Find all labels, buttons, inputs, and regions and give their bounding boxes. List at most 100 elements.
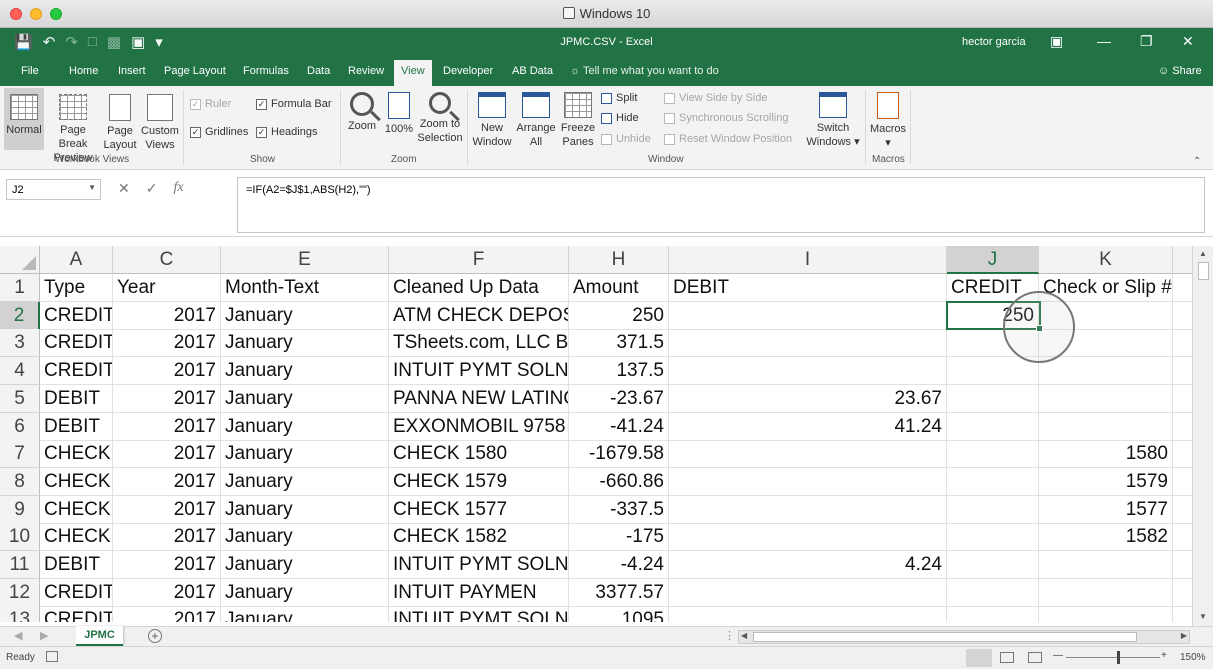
normal-view-status-icon[interactable] [966, 649, 992, 667]
tab-ab-data[interactable]: AB Data [512, 65, 553, 77]
cell-l10[interactable] [1173, 523, 1192, 552]
column-header-c[interactable]: C [113, 246, 221, 274]
cell-a4[interactable]: CREDIT [40, 357, 113, 386]
collapse-ribbon-icon[interactable]: ⌃ [1193, 156, 1201, 167]
cell-l11[interactable] [1173, 551, 1192, 579]
cell-k11[interactable] [1039, 551, 1173, 579]
row-header-8[interactable]: 8 [0, 467, 40, 496]
page-layout-view-button[interactable]: Page Layout [102, 88, 138, 152]
page-break-status-icon[interactable] [1028, 652, 1042, 663]
cell-c4[interactable]: 2017 [113, 357, 221, 386]
row-header-9[interactable]: 9 [0, 495, 40, 524]
cell-e6[interactable]: January [221, 412, 389, 441]
cell-f5[interactable]: PANNA NEW LATINO [389, 384, 569, 413]
scroll-up-icon[interactable]: ▲ [1199, 249, 1207, 258]
cell-k12[interactable] [1039, 578, 1173, 607]
cell-h2[interactable]: 250 [569, 301, 669, 330]
cell-h11[interactable]: -4.24 [569, 551, 669, 579]
macro-record-icon[interactable] [46, 651, 58, 662]
column-header-e[interactable]: E [221, 246, 389, 274]
macros-button[interactable]: Macros ▾ [868, 88, 908, 150]
cell-j8[interactable] [947, 467, 1039, 496]
row-header-12[interactable]: 12 [0, 578, 40, 607]
column-header-k[interactable]: K [1039, 246, 1173, 274]
cell-e9[interactable]: January [221, 495, 389, 524]
cell-i4[interactable] [669, 357, 947, 386]
cell-j10[interactable] [947, 523, 1039, 552]
cell-e5[interactable]: January [221, 384, 389, 413]
cell-i13[interactable] [669, 606, 947, 622]
row-header-4[interactable]: 4 [0, 357, 40, 386]
cell-a13[interactable]: CREDIT [40, 606, 113, 622]
cell-f3[interactable]: TSheets.com, LLC Bill [389, 329, 569, 358]
enter-icon[interactable]: ✓ [146, 180, 158, 197]
tab-page-layout[interactable]: Page Layout [164, 65, 226, 77]
freeze-panes-button[interactable]: Freeze Panes [558, 88, 598, 149]
cell-c9[interactable]: 2017 [113, 495, 221, 524]
prev-sheet-icon[interactable]: ◀ [14, 629, 22, 642]
cell-i12[interactable] [669, 578, 947, 607]
cell-l3[interactable] [1173, 329, 1192, 358]
cell-e10[interactable]: January [221, 523, 389, 552]
close-icon[interactable]: ✕ [1182, 33, 1194, 50]
custom-views-button[interactable]: Custom Views [139, 88, 181, 152]
cell-c2[interactable]: 2017 [113, 301, 221, 330]
cell-j12[interactable] [947, 578, 1039, 607]
cell-a10[interactable]: CHECK [40, 523, 113, 552]
ribbon-display-icon[interactable]: ▣ [1050, 33, 1063, 50]
cell-k13[interactable] [1039, 606, 1173, 622]
cell-i3[interactable] [669, 329, 947, 358]
normal-view-button[interactable]: Normal [4, 88, 44, 150]
cell-c6[interactable]: 2017 [113, 412, 221, 441]
vertical-scrollbar[interactable]: ▲ ▼ [1192, 246, 1213, 626]
cell-h5[interactable]: -23.67 [569, 384, 669, 413]
cell-f11[interactable]: INTUIT PYMT SOLN T [389, 551, 569, 579]
cell-h8[interactable]: -660.86 [569, 467, 669, 496]
zoom-to-selection-button[interactable]: Zoom to Selection [416, 88, 464, 145]
tab-formulas[interactable]: Formulas [243, 65, 289, 77]
cell-i7[interactable] [669, 440, 947, 469]
column-header-j[interactable]: J [947, 246, 1039, 274]
cell-f10[interactable]: CHECK 1582 [389, 523, 569, 552]
cell-l2[interactable] [1173, 302, 1192, 330]
formula-bar-checkbox[interactable]: ✓ Formula Bar [256, 98, 332, 110]
name-box[interactable]: J2 ▼ [6, 179, 101, 200]
spreadsheet-grid[interactable]: A C E F H I J K 1 Type Year Month-Text Clean… [0, 246, 1192, 622]
new-window-button[interactable]: New Window [470, 88, 514, 149]
cell-c12[interactable]: 2017 [113, 578, 221, 607]
cell-l12[interactable] [1173, 579, 1192, 607]
zoom-in-icon[interactable]: + [1161, 650, 1167, 661]
switch-windows-button[interactable]: Switch Windows ▾ [804, 88, 862, 149]
zoom-slider[interactable] [1066, 657, 1160, 658]
row-header-2[interactable]: 2 [0, 301, 40, 330]
cell-a3[interactable]: CREDIT [40, 329, 113, 358]
tab-insert[interactable]: Insert [118, 65, 146, 77]
cell-k4[interactable] [1039, 357, 1173, 386]
cell-c1[interactable]: Year [113, 274, 221, 302]
cell-f6[interactable]: EXXONMOBIL 9758 [389, 412, 569, 441]
cell-k7[interactable]: 1580 [1039, 440, 1173, 469]
cell-h12[interactable]: 3377.57 [569, 578, 669, 607]
cell-f12[interactable]: INTUIT PAYMEN [389, 578, 569, 607]
cell-e7[interactable]: January [221, 440, 389, 469]
zoom-100-button[interactable]: 100% [382, 88, 416, 136]
cell-e12[interactable]: January [221, 578, 389, 607]
share-button[interactable]: ☺ Share [1158, 65, 1202, 77]
row-header-1[interactable]: 1 [0, 274, 40, 302]
cell-i1[interactable]: DEBIT [669, 274, 947, 302]
cell-k10[interactable]: 1582 [1039, 523, 1173, 552]
column-header-f[interactable]: F [389, 246, 569, 274]
cell-h4[interactable]: 137.5 [569, 357, 669, 386]
cell-i11[interactable]: 4.24 [669, 551, 947, 579]
row-header-13[interactable]: 13 [0, 606, 40, 622]
cell-e11[interactable]: January [221, 551, 389, 579]
column-header-i[interactable]: I [669, 246, 947, 274]
split-button[interactable]: Split [601, 92, 637, 104]
tab-data[interactable]: Data [307, 65, 330, 77]
cell-a7[interactable]: CHECK [40, 440, 113, 469]
cancel-icon[interactable]: ✕ [118, 180, 130, 197]
row-header-3[interactable]: 3 [0, 329, 40, 358]
cell-a1[interactable]: Type [40, 274, 113, 302]
tab-review[interactable]: Review [348, 65, 384, 77]
cell-a9[interactable]: CHECK [40, 495, 113, 524]
